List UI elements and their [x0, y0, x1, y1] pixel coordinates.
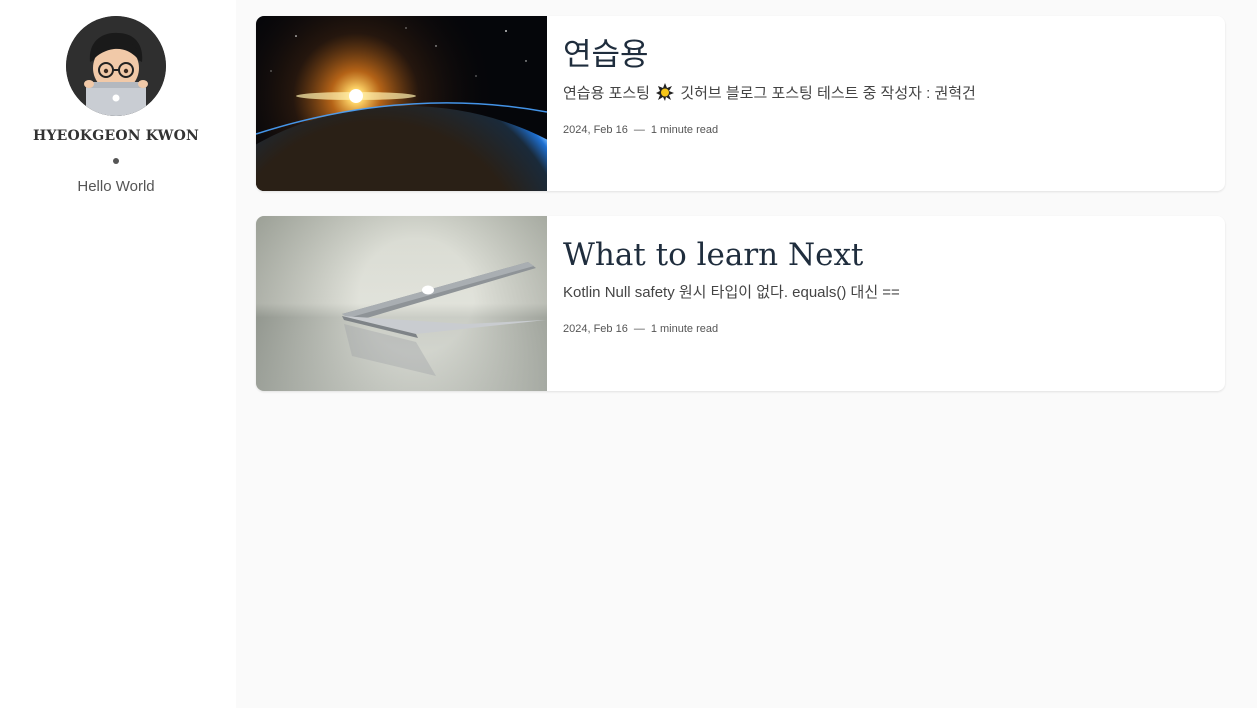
post-date: 2024, Feb 16	[563, 323, 628, 335]
post-excerpt: 연습용 포스팅 깃허브 블로그 포스팅 테스트 중 작성자 : 권혁건	[563, 83, 1209, 104]
avatar-memoji-icon	[66, 16, 166, 116]
post-card-body: 연습용 연습용 포스팅 깃허브 블로그 포스팅 테스트 중 작성자 : 권혁건 …	[563, 16, 1209, 136]
page-layout: HYEOKGEON KWON Hello World 연습용 연습용 포스팅 깃…	[0, 0, 1257, 708]
avatar[interactable]	[66, 16, 166, 116]
author-separator-dot	[113, 158, 119, 164]
post-title[interactable]: What to learn Next	[563, 236, 1209, 274]
post-card[interactable]: 연습용 연습용 포스팅 깃허브 블로그 포스팅 테스트 중 작성자 : 권혁건 …	[256, 16, 1225, 191]
sidebar: HYEOKGEON KWON Hello World	[0, 0, 236, 708]
post-read-time: 1 minute read	[650, 323, 719, 335]
post-meta: 2024, Feb 16 — 1 minute read	[563, 323, 1209, 335]
warning-burst-icon	[656, 83, 675, 101]
post-excerpt-text: 연습용 포스팅	[563, 85, 650, 102]
post-card-body: What to learn Next Kotlin Null safety 원시…	[563, 216, 1209, 335]
meta-separator: —	[633, 124, 645, 136]
author-bio: Hello World	[77, 178, 155, 195]
post-list: 연습용 연습용 포스팅 깃허브 블로그 포스팅 테스트 중 작성자 : 권혁건 …	[236, 0, 1257, 708]
post-excerpt-text: 깃허브 블로그 포스팅 테스트 중 작성자 : 권혁건	[680, 85, 976, 102]
post-read-time: 1 minute read	[650, 124, 719, 136]
author-name: HYEOKGEON KWON	[33, 128, 199, 144]
post-thumbnail-laptop[interactable]	[256, 216, 547, 391]
post-title[interactable]: 연습용	[563, 36, 1209, 74]
meta-separator: —	[633, 323, 645, 335]
post-date: 2024, Feb 16	[563, 124, 628, 136]
post-meta: 2024, Feb 16 — 1 minute read	[563, 124, 1209, 136]
post-excerpt: Kotlin Null safety 원시 타입이 없다. equals() 대…	[563, 284, 900, 301]
post-card[interactable]: What to learn Next Kotlin Null safety 원시…	[256, 216, 1225, 391]
post-thumbnail-earth-sunrise[interactable]	[256, 16, 547, 191]
